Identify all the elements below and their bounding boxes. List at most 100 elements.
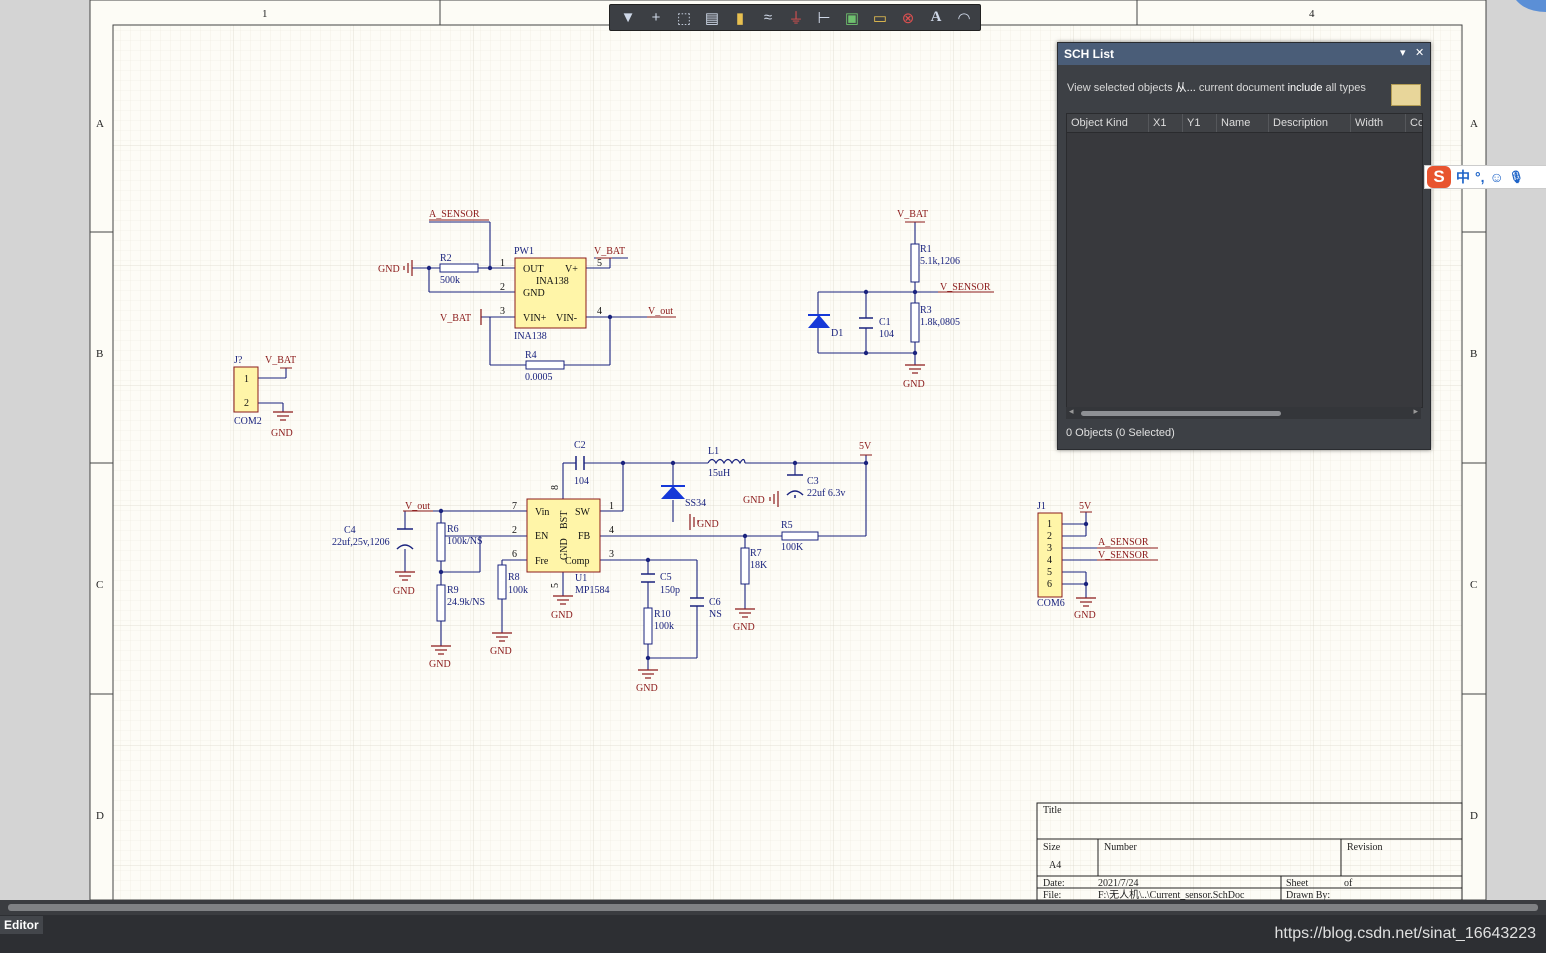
pin-name-gnd: GND (523, 288, 545, 299)
designator-r3[interactable]: R3 (920, 305, 932, 316)
tb-size-value: A4 (1049, 860, 1061, 871)
designator-u1[interactable]: U1 (575, 573, 587, 584)
panel-menu-icon[interactable]: ▾ (1400, 46, 1406, 59)
harness-icon[interactable]: ▣ (840, 7, 864, 29)
value-c2: 104 (574, 476, 589, 487)
editor-hscrollbar[interactable] (0, 900, 1546, 915)
value-r7: 18K (750, 560, 768, 571)
pin-number: 2 (1047, 531, 1052, 542)
scroll-left-icon[interactable]: ◂ (1069, 406, 1074, 417)
pin-number: 5 (550, 583, 561, 588)
pin-number: 3 (609, 549, 614, 560)
designator-j7[interactable]: J? (234, 355, 243, 366)
net-label-v-sensor[interactable]: V_SENSOR (940, 282, 991, 293)
ime-toolbar: S 中 °, ☺ 🎙 (1424, 165, 1546, 189)
designator-ss34[interactable]: SS34 (685, 498, 706, 509)
column-header[interactable]: X1 (1149, 114, 1183, 132)
designator-j1[interactable]: J1 (1037, 501, 1046, 512)
port-icon[interactable]: ▭ (868, 7, 892, 29)
designator-r1[interactable]: R1 (920, 244, 932, 255)
pin-name-vinp: VIN+ (523, 313, 547, 324)
ime-punct-toggle[interactable]: °, (1475, 169, 1485, 185)
panel-title: SCH List (1064, 47, 1115, 61)
no-erc-icon[interactable]: ⊗ (896, 7, 920, 29)
tab-editor[interactable]: Editor (0, 916, 43, 934)
panel-titlebar[interactable]: SCH List ▾ ✕ (1058, 43, 1430, 65)
designator-c1[interactable]: C1 (879, 317, 891, 328)
comment-com2: COM2 (234, 416, 262, 427)
mic-icon[interactable]: 🎙 (1509, 170, 1524, 184)
tb-drawn-label: Drawn By: (1286, 890, 1330, 900)
designator-c3[interactable]: C3 (807, 476, 819, 487)
net-label-v-sensor[interactable]: V_SENSOR (1098, 550, 1149, 561)
object-table[interactable]: Object Kind X1 Y1 Name Description Width… (1066, 113, 1423, 408)
filter-types-link[interactable]: all types (1326, 82, 1366, 94)
part-icon[interactable]: ▮ (728, 7, 752, 29)
filter-view-link[interactable]: View (1067, 82, 1091, 94)
power-label-vbat: V_BAT (265, 355, 296, 366)
net-label-v-out[interactable]: V_out (648, 306, 673, 317)
ime-logo-icon[interactable]: S (1427, 166, 1451, 188)
pin-number: 1 (500, 258, 505, 269)
scrollbar-thumb[interactable] (8, 904, 1538, 911)
ime-mode-toggle[interactable]: 中 (1456, 167, 1470, 187)
horizontal-scrollbar[interactable]: ◂ ▸ (1066, 406, 1421, 419)
designator-r6[interactable]: R6 (447, 524, 459, 535)
value-c6: NS (709, 609, 722, 620)
designator-l1[interactable]: L1 (708, 446, 719, 457)
filter-scope-link[interactable]: selected objects (1094, 82, 1173, 94)
power-icon[interactable]: ⏚ (784, 7, 808, 29)
tb-revision-label: Revision (1347, 842, 1383, 853)
gnd-label: GND (490, 646, 512, 657)
designator-r7[interactable]: R7 (750, 548, 762, 559)
designator-r5[interactable]: R5 (781, 520, 793, 531)
designator-c5[interactable]: C5 (660, 572, 672, 583)
pin-number: 5 (1047, 567, 1052, 578)
net-label-v-out[interactable]: V_out (405, 501, 430, 512)
filter-icon[interactable]: ▼ (616, 7, 640, 29)
part-name-ina138: INA138 (536, 276, 569, 287)
designator-pw1[interactable]: PW1 (514, 246, 534, 257)
gnd-label: GND (697, 519, 719, 530)
gnd-label: GND (1074, 610, 1096, 621)
designator-r8[interactable]: R8 (508, 572, 520, 583)
filter-from-link[interactable]: 从... (1176, 82, 1196, 94)
scrollbar-thumb[interactable] (1081, 411, 1281, 416)
column-header[interactable]: Width (1351, 114, 1406, 132)
value-r4: 0.0005 (525, 372, 553, 383)
filter-doc-link[interactable]: current document (1199, 82, 1285, 94)
column-header[interactable]: Name (1217, 114, 1269, 132)
select-rect-icon[interactable]: ⬚ (672, 7, 696, 29)
designator-r9[interactable]: R9 (447, 585, 459, 596)
pin-number: 4 (597, 306, 602, 317)
column-header[interactable]: Co (1406, 114, 1422, 132)
designator-r4[interactable]: R4 (525, 350, 537, 361)
column-header[interactable]: Y1 (1183, 114, 1217, 132)
designator-c2[interactable]: C2 (574, 440, 586, 451)
designator-r10[interactable]: R10 (654, 609, 671, 620)
column-header[interactable]: Object Kind (1067, 114, 1149, 132)
cross-icon[interactable]: + (644, 7, 668, 29)
scroll-right-icon[interactable]: ▸ (1413, 406, 1418, 417)
designator-c4[interactable]: C4 (344, 525, 356, 536)
bus-icon[interactable]: ≈ (756, 7, 780, 29)
designator-c6[interactable]: C6 (709, 597, 721, 608)
pin-number: 1 (1047, 519, 1052, 530)
corner-decoration-icon (1516, 0, 1546, 12)
emoji-icon[interactable]: ☺ (1490, 169, 1504, 185)
align-icon[interactable]: ▤ (700, 7, 724, 29)
folder-icon[interactable] (1391, 84, 1421, 106)
pin-name-fb: FB (578, 531, 591, 542)
gnd-label: GND (743, 495, 765, 506)
arc-icon[interactable]: ◠ (952, 7, 976, 29)
designator-r2[interactable]: R2 (440, 253, 452, 264)
gnd-label: GND (551, 610, 573, 621)
value-r6: 100k/NS (447, 536, 483, 547)
column-header[interactable]: Description (1269, 114, 1351, 132)
net-label-a-sensor[interactable]: A_SENSOR (429, 209, 480, 220)
text-icon[interactable]: A (924, 7, 948, 29)
close-icon[interactable]: ✕ (1415, 46, 1424, 59)
wire-icon[interactable]: ⊢ (812, 7, 836, 29)
designator-d1[interactable]: D1 (831, 328, 843, 339)
net-label-a-sensor[interactable]: A_SENSOR (1098, 537, 1149, 548)
